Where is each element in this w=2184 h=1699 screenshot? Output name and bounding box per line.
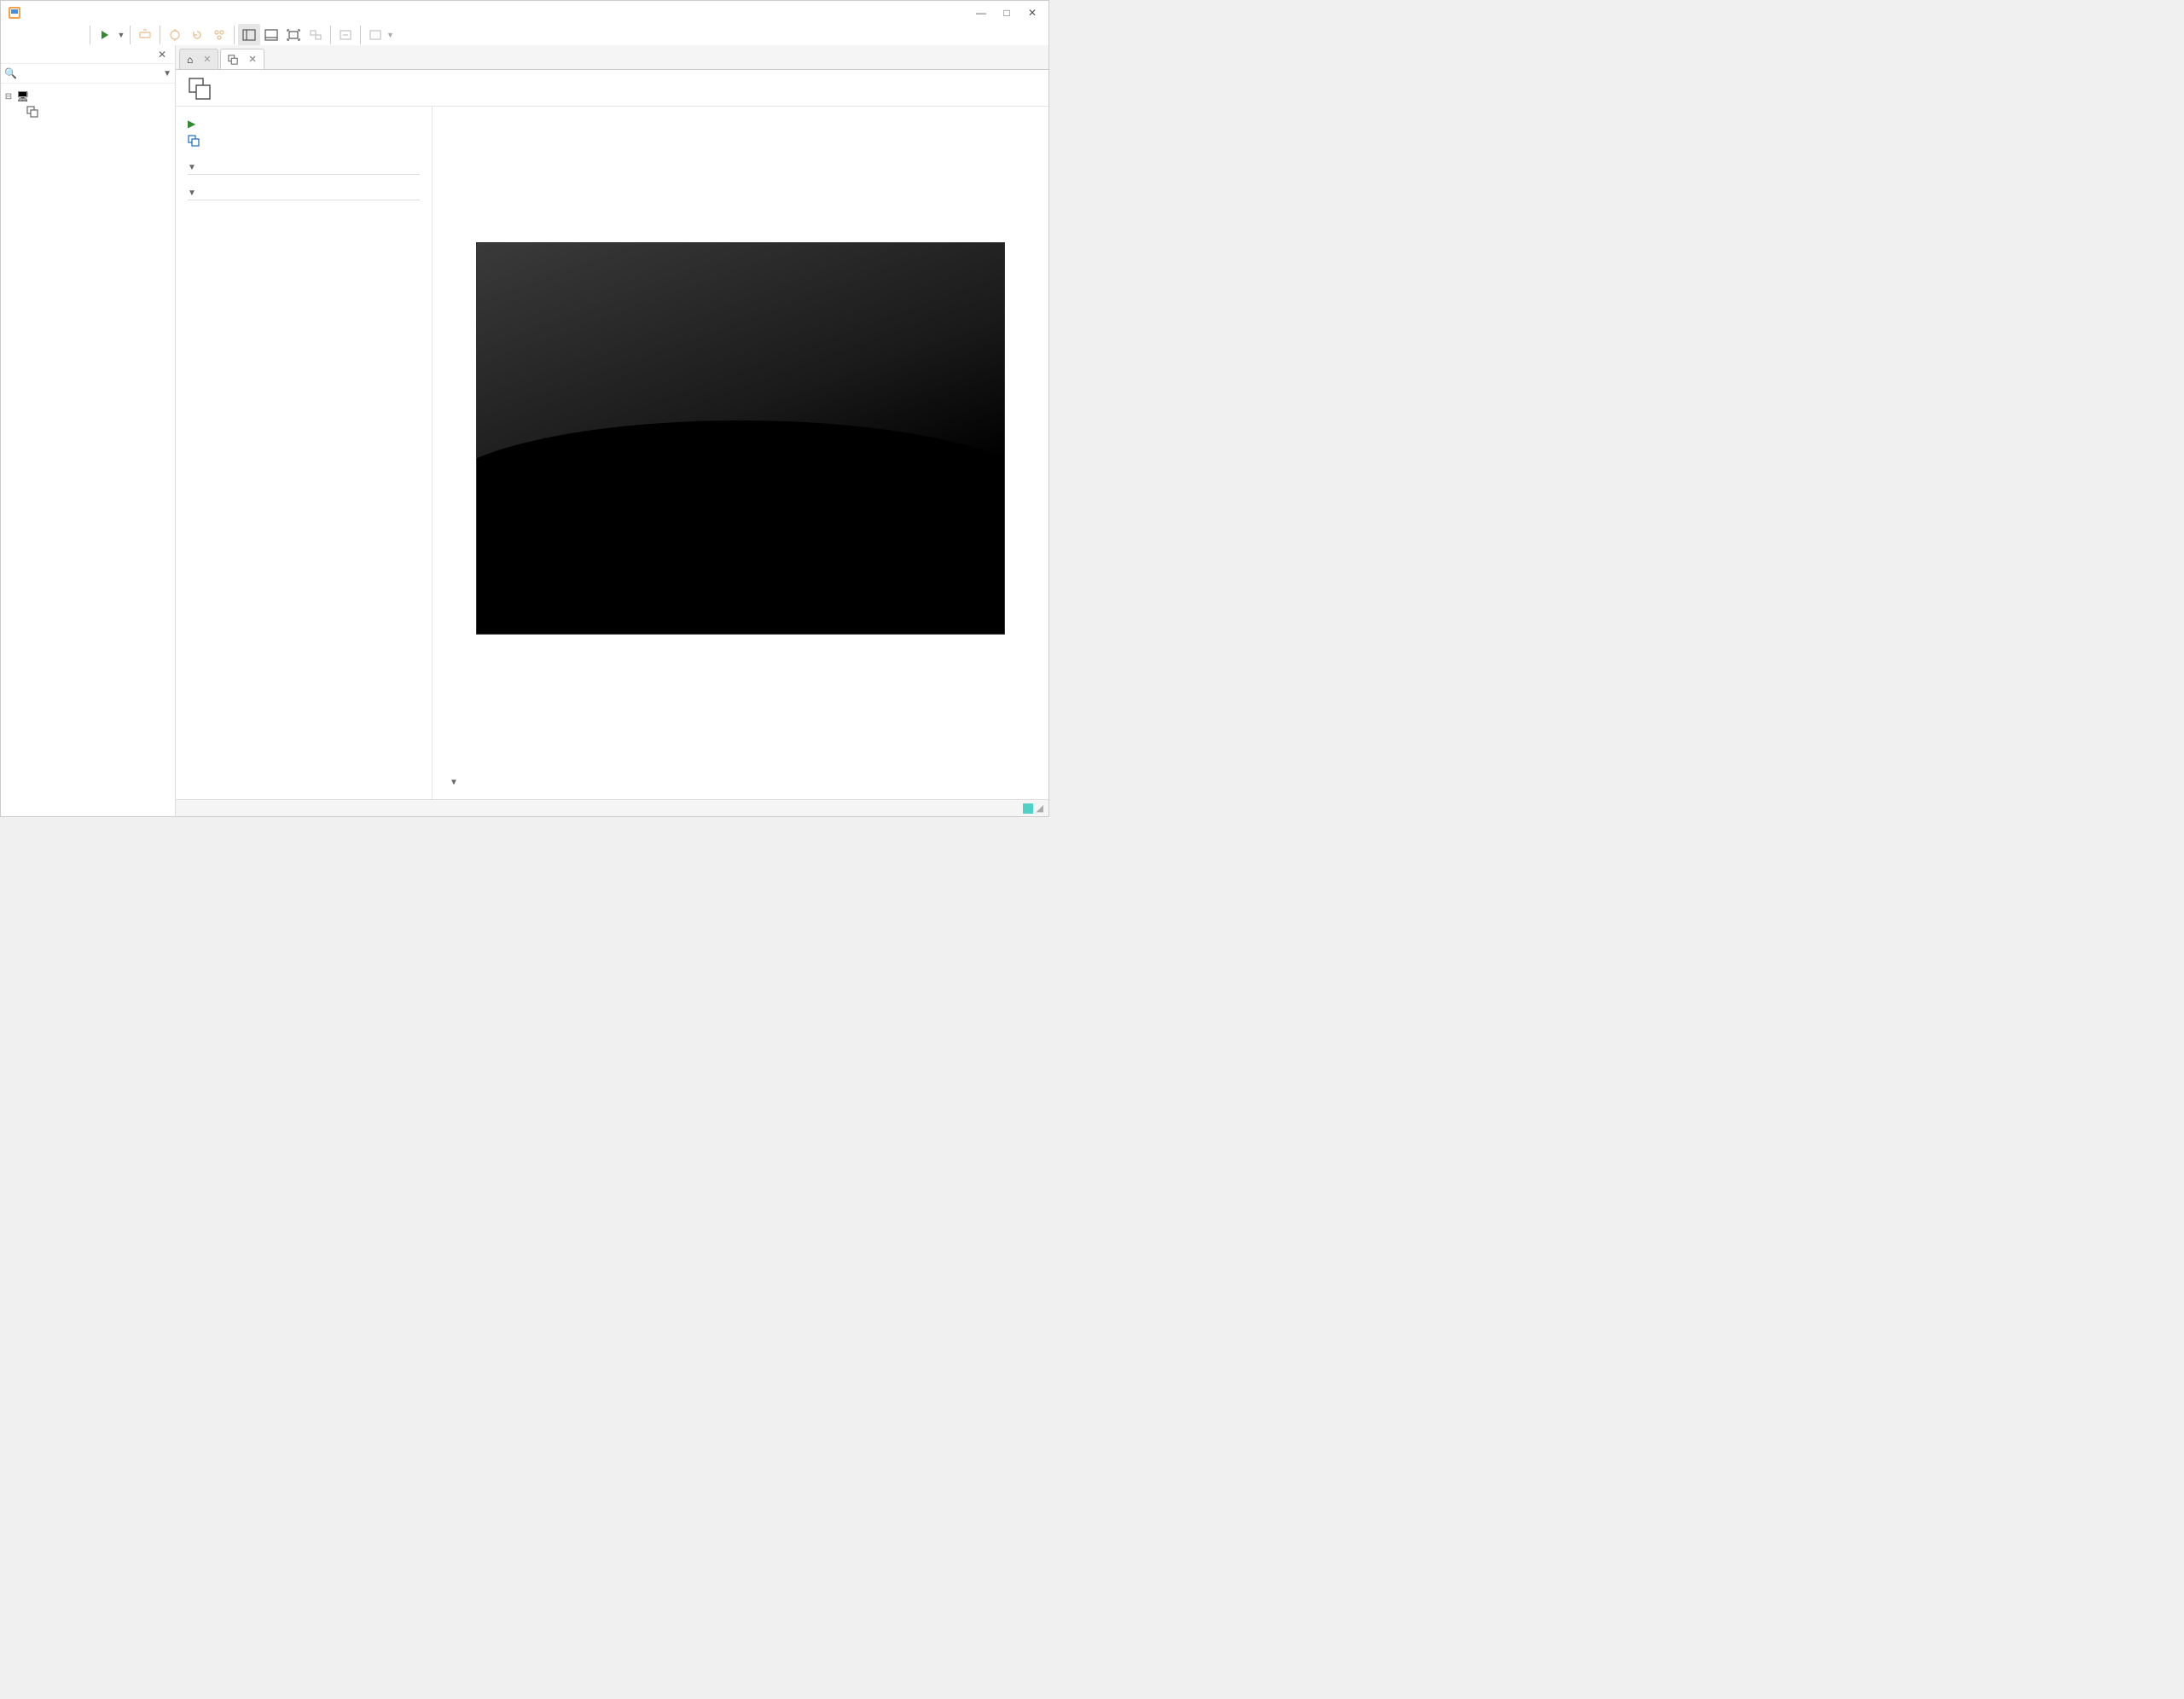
library-sidebar: ✕ 🔍 ▼ ⊟ 🖥	[1, 45, 176, 816]
tab-vm[interactable]: ✕	[220, 49, 264, 69]
vm-preview-area	[433, 107, 1048, 769]
menu-file[interactable]	[4, 33, 18, 37]
power-on-link[interactable]: ▶	[188, 115, 420, 132]
vm-icon	[228, 55, 238, 65]
description-placeholder[interactable]	[188, 204, 420, 214]
vm-panel: ▶ ▼	[176, 69, 1048, 799]
settings-icon	[188, 135, 200, 147]
app-icon	[8, 6, 21, 20]
manage-snapshot-button[interactable]	[208, 24, 230, 46]
vm-icon	[26, 106, 38, 118]
details-header[interactable]: ▼	[450, 778, 1031, 789]
close-button[interactable]: ✕	[1019, 4, 1045, 21]
revert-snapshot-button[interactable]	[186, 24, 208, 46]
tab-close-icon[interactable]: ✕	[203, 54, 211, 65]
search-icon: 🔍	[4, 67, 17, 79]
unity-button[interactable]	[305, 24, 327, 46]
document-tabs: ⌂ ✕ ✕	[176, 45, 1048, 69]
collapse-icon: ▼	[188, 188, 196, 198]
menubar: ▼ ▼	[1, 25, 1048, 45]
resize-grip-icon[interactable]: ◢	[1037, 803, 1043, 814]
vm-preview-thumbnail[interactable]	[476, 242, 1005, 635]
collapse-icon: ▼	[188, 163, 196, 172]
tab-home[interactable]: ⌂ ✕	[179, 49, 218, 69]
play-button[interactable]	[94, 24, 116, 46]
play-dropdown-icon[interactable]: ▼	[116, 24, 126, 46]
vm-large-icon	[188, 77, 212, 101]
play-icon: ▶	[188, 118, 195, 130]
stretch-guest-button[interactable]	[334, 24, 357, 46]
view-console-button[interactable]	[260, 24, 282, 46]
search-input[interactable]	[20, 67, 163, 79]
menu-tabs[interactable]	[59, 33, 73, 37]
send-ctrl-alt-del-button[interactable]	[134, 24, 156, 46]
computer-icon: 🖥	[16, 90, 29, 102]
collapse-icon[interactable]: ⊟	[4, 92, 13, 101]
menu-edit[interactable]	[18, 33, 32, 37]
sidebar-close-button[interactable]: ✕	[154, 49, 170, 61]
search-dropdown-icon[interactable]: ▼	[163, 69, 171, 78]
vm-summary-column: ▶ ▼	[176, 107, 432, 799]
view-single-button[interactable]	[238, 24, 260, 46]
autofit-button[interactable]	[364, 24, 386, 46]
edit-settings-link[interactable]	[188, 132, 420, 149]
tree-item-vm[interactable]	[4, 104, 171, 119]
tree-root-my-computer[interactable]: ⊟ 🖥	[4, 89, 171, 104]
description-header[interactable]: ▼	[188, 188, 420, 200]
library-search[interactable]: 🔍 ▼	[1, 64, 175, 84]
app-window: — □ ✕ ▼ ▼	[0, 0, 1049, 817]
snapshot-button[interactable]	[164, 24, 186, 46]
titlebar: — □ ✕	[1, 1, 1048, 25]
maximize-button[interactable]: □	[994, 4, 1019, 21]
statusbar: ◢	[176, 799, 1048, 816]
collapse-icon: ▼	[450, 778, 458, 787]
menu-vm[interactable]	[45, 33, 59, 37]
home-icon: ⌂	[187, 54, 193, 66]
menu-view[interactable]	[32, 33, 45, 37]
tab-close-icon[interactable]: ✕	[248, 54, 256, 65]
library-tree: ⊟ 🖥	[1, 84, 175, 816]
menu-help[interactable]	[73, 33, 86, 37]
minimize-button[interactable]: —	[968, 4, 994, 21]
devices-header[interactable]: ▼	[188, 163, 420, 175]
fullscreen-button[interactable]	[282, 24, 305, 46]
status-indicator-icon	[1023, 803, 1033, 814]
